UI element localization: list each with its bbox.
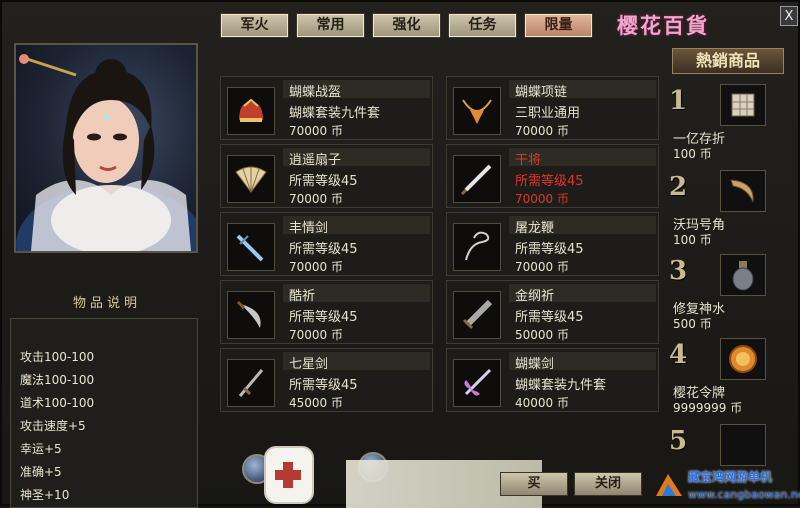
item-card[interactable]: 干将 所需等级45 70000 币	[446, 144, 659, 208]
item-card[interactable]: 屠龙鞭 所需等级45 70000 币	[446, 212, 659, 276]
item-requirement: 所需等级45	[289, 174, 358, 189]
shop-window: 物品说明 攻击100-100 魔法100-100 道术100-100 攻击速度+…	[0, 0, 800, 508]
item-name: 七星剑	[289, 357, 329, 372]
fan-icon	[227, 155, 275, 203]
hot-item[interactable]: 2 沃玛号角 100 币	[665, 170, 788, 252]
empty-slot-icon	[720, 424, 766, 466]
site-watermark: 藏宝湾网游单机 www.cangbaowan.net	[652, 462, 800, 508]
watermark-url[interactable]: www.cangbaowan.net	[688, 488, 800, 501]
item-price: 40000 币	[515, 396, 569, 410]
sword-icon	[453, 155, 501, 203]
stat-attack: 攻击100-100	[20, 350, 95, 364]
item-card[interactable]: 金纲祈 所需等级45 50000 币	[446, 280, 659, 344]
gamepad-overlay-icon	[264, 446, 314, 504]
item-card[interactable]: 蝴蝶项链 三职业通用 70000 币	[446, 76, 659, 140]
item-price: 70000 币	[289, 328, 343, 342]
item-name: 蝴蝶剑	[515, 357, 555, 372]
item-price: 70000 币	[289, 260, 343, 274]
blade-icon	[227, 291, 275, 339]
item-price: 70000 币	[289, 192, 343, 206]
close-icon[interactable]: X	[780, 6, 798, 26]
item-requirement: 所需等级45	[515, 242, 584, 257]
stat-holy: 神圣+10	[20, 488, 70, 502]
stat-luck: 幸运+5	[20, 442, 62, 456]
hot-item[interactable]: 3 修复神水 500 币	[665, 254, 788, 336]
item-requirement: 所需等级45	[515, 310, 584, 325]
hot-rank: 4	[669, 340, 688, 370]
tab-quest[interactable]: 任务	[448, 13, 517, 38]
sword-icon	[227, 223, 275, 271]
helmet-icon	[227, 87, 275, 135]
watermark-site-name: 藏宝湾网游单机	[688, 470, 773, 484]
character-portrait	[14, 43, 198, 253]
hot-item[interactable]: 5	[665, 424, 788, 466]
hot-item-price: 100 币	[673, 233, 712, 247]
item-requirement: 所需等级45	[289, 310, 358, 325]
item-name: 酷祈	[289, 289, 316, 304]
hot-rank: 2	[669, 172, 688, 202]
item-name: 干将	[515, 153, 542, 168]
item-requirement: 所需等级45	[289, 378, 358, 393]
hot-rank: 5	[669, 426, 688, 456]
token-icon	[720, 338, 766, 380]
item-name: 屠龙鞭	[515, 221, 555, 236]
sword-icon	[227, 359, 275, 407]
item-card[interactable]: 七星剑 所需等级45 45000 币	[220, 348, 433, 412]
butterfly-sword-icon	[453, 359, 501, 407]
item-card[interactable]: 蝴蝶剑 蝴蝶套装九件套 40000 币	[446, 348, 659, 412]
item-price: 70000 币	[515, 124, 569, 138]
item-price: 70000 币	[289, 124, 343, 138]
buy-button[interactable]: 买	[500, 472, 568, 496]
tab-enhance[interactable]: 强化	[372, 13, 441, 38]
item-card[interactable]: 蝴蝶战盔 蝴蝶套装九件套 70000 币	[220, 76, 433, 140]
hot-item-price: 9999999 币	[673, 401, 743, 415]
hot-item[interactable]: 1 一亿存折 100 币	[665, 84, 788, 166]
item-price: 70000 币	[515, 260, 569, 274]
tab-common[interactable]: 常用	[296, 13, 365, 38]
item-name: 金纲祈	[515, 289, 555, 304]
item-price: 50000 币	[515, 328, 569, 342]
item-description-title: 物品说明	[72, 296, 141, 311]
horn-icon	[720, 170, 766, 212]
stat-taoism: 道术100-100	[20, 396, 95, 410]
item-name: 蝴蝶战盔	[289, 85, 342, 100]
bankbook-icon	[720, 84, 766, 126]
watermark-logo-icon	[656, 474, 682, 496]
item-requirement: 所需等级45	[289, 242, 358, 257]
hot-item[interactable]: 4 樱花令牌 9999999 币	[665, 338, 788, 420]
item-name: 逍遥扇子	[289, 153, 342, 168]
whip-icon	[453, 223, 501, 271]
shop-title: 樱花百貨	[617, 13, 709, 38]
stat-attack-speed: 攻击速度+5	[20, 419, 86, 433]
greatsword-icon	[453, 291, 501, 339]
portrait-art	[16, 54, 196, 251]
item-price: 45000 币	[289, 396, 343, 410]
stat-accuracy: 准确+5	[20, 465, 62, 479]
item-card[interactable]: 丰情剑 所需等级45 70000 币	[220, 212, 433, 276]
hot-rank: 1	[669, 86, 688, 116]
hot-item-price: 500 币	[673, 317, 712, 331]
item-name: 蝴蝶项链	[515, 85, 568, 100]
item-card[interactable]: 逍遥扇子 所需等级45 70000 币	[220, 144, 433, 208]
hot-rank: 3	[669, 256, 688, 286]
item-card[interactable]: 酷祈 所需等级45 70000 币	[220, 280, 433, 344]
item-name: 丰情剑	[289, 221, 329, 236]
tab-limited[interactable]: 限量	[524, 13, 593, 38]
tab-munitions[interactable]: 军火	[220, 13, 289, 38]
item-requirement: 蝴蝶套装九件套	[515, 378, 607, 393]
stat-magic: 魔法100-100	[20, 373, 95, 387]
potion-icon	[720, 254, 766, 296]
hot-item-price: 100 币	[673, 147, 712, 161]
necklace-icon	[453, 87, 501, 135]
item-requirement: 蝴蝶套装九件套	[289, 106, 381, 121]
close-button[interactable]: 关闭	[574, 472, 642, 496]
hot-items-title: 熱銷商品	[672, 48, 784, 74]
item-requirement: 所需等级45	[515, 174, 584, 189]
item-requirement: 三职业通用	[515, 106, 581, 121]
item-price: 70000 币	[515, 192, 569, 206]
